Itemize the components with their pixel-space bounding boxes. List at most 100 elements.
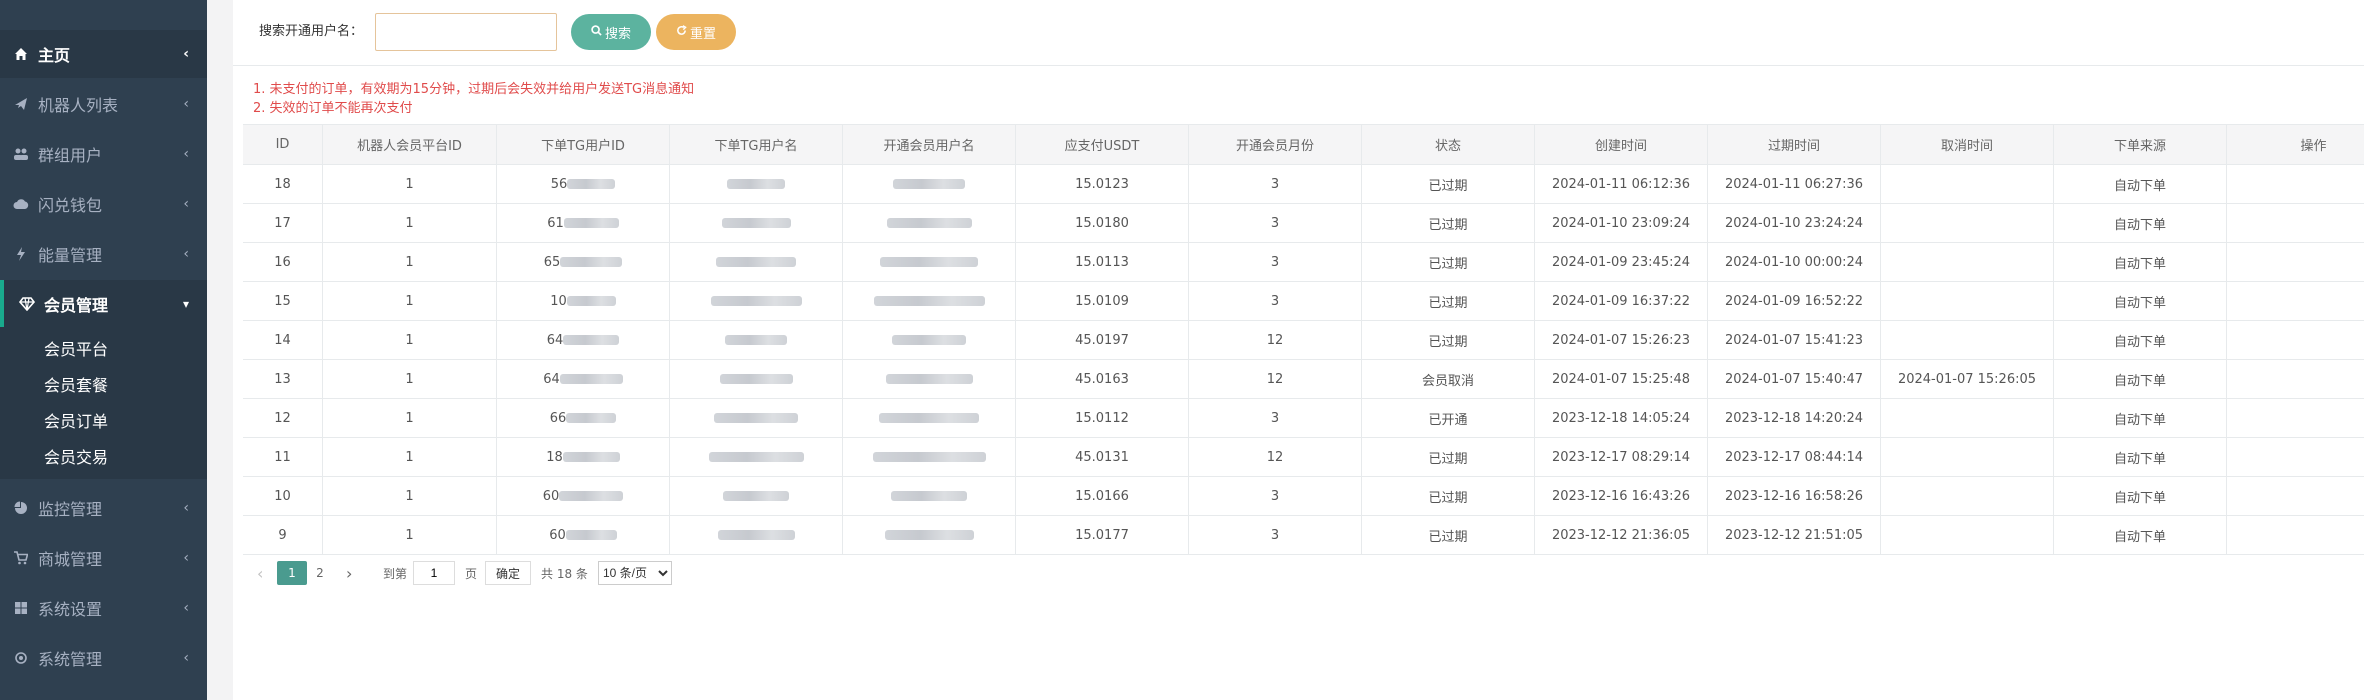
goto-confirm-button[interactable]: 确定 — [485, 561, 531, 585]
page-button-1[interactable]: 1 — [277, 561, 307, 585]
column-header-platform-id[interactable]: 机器人会员平台ID — [323, 125, 497, 164]
table-row[interactable]: 13 1 64 45.0163 12 会员取消 2024-01-07 15:25:48 202… — [243, 360, 2364, 399]
cell-actions — [2227, 204, 2364, 242]
column-header-tg-user-id[interactable]: 下单TG用户ID — [497, 125, 670, 164]
sidebar-item-label: 监控管理 — [38, 500, 103, 519]
chevron-left-icon: ‹ — [183, 500, 189, 516]
sidebar-item-monitor[interactable]: 监控管理 ‹ — [0, 484, 207, 532]
search-icon — [591, 25, 602, 39]
sidebar-item-label: 商城管理 — [38, 550, 103, 569]
goto-page-input[interactable] — [413, 561, 455, 585]
page-size-select[interactable]: 10 条/页 — [598, 561, 672, 585]
table-row[interactable]: 17 1 61 15.0180 3 已过期 2024-01-10 23:09:24 2024-… — [243, 204, 2364, 243]
table-row[interactable]: 14 1 64 45.0197 12 已过期 2024-01-07 15:26:23 2024… — [243, 321, 2364, 360]
sidebar-item-home[interactable]: 主页 ‹ — [0, 30, 207, 78]
cell-months: 3 — [1189, 477, 1362, 515]
cell-member-username — [843, 165, 1016, 203]
tg-user-id-prefix: 64 — [543, 371, 560, 387]
cloud-icon — [12, 196, 30, 212]
column-header-status[interactable]: 状态 — [1362, 125, 1535, 164]
sidebar-subitem-member-platform[interactable]: 会员平台 — [44, 336, 108, 360]
column-header-cancelled[interactable]: 取消时间 — [1881, 125, 2054, 164]
table-row[interactable]: 15 1 10 15.0109 3 已过期 2024-01-09 16:37:22 2024-… — [243, 282, 2364, 321]
table-row[interactable]: 16 1 65 15.0113 3 已过期 2024-01-09 23:45:24 2024-… — [243, 243, 2364, 282]
sidebar-item-group-users[interactable]: 群组用户 ‹ — [0, 130, 207, 178]
cell-tg-user-id: 56 — [497, 165, 670, 203]
cell-usdt: 15.0180 — [1016, 204, 1189, 242]
column-header-created[interactable]: 创建时间 — [1535, 125, 1708, 164]
cell-platform-id: 1 — [323, 204, 497, 242]
page-button-2[interactable]: 2 — [305, 561, 335, 585]
column-header-usdt[interactable]: 应支付USDT — [1016, 125, 1189, 164]
cell-actions — [2227, 282, 2364, 320]
cell-tg-user-id: 61 — [497, 204, 670, 242]
sidebar-item-mall[interactable]: 商城管理 ‹ — [0, 534, 207, 582]
next-page-icon[interactable]: › — [346, 564, 352, 583]
cell-months: 12 — [1189, 360, 1362, 398]
cell-tg-user-id: 66 — [497, 399, 670, 437]
sidebar-item-flash-wallet[interactable]: 闪兑钱包 ‹ — [0, 180, 207, 228]
prev-page-icon[interactable]: ‹ — [257, 564, 263, 583]
redacted-value — [892, 335, 966, 345]
column-header-months[interactable]: 开通会员月份 — [1189, 125, 1362, 164]
column-header-tg-username[interactable]: 下单TG用户名 — [670, 125, 843, 164]
cell-platform-id: 1 — [323, 477, 497, 515]
cell-cancelled: 2024-01-07 15:26:05 — [1881, 360, 2054, 398]
cell-id: 16 — [243, 243, 323, 281]
sidebar-item-label: 闪兑钱包 — [38, 196, 103, 215]
table-row[interactable]: 9 1 60 15.0177 3 已过期 2023-12-12 21:36:05 2023-1… — [243, 516, 2364, 555]
chevron-left-icon: ‹ — [183, 650, 189, 666]
column-header-source[interactable]: 下单来源 — [2054, 125, 2227, 164]
sidebar-item-energy[interactable]: 能量管理 ‹ — [0, 230, 207, 278]
sidebar-item-system-settings[interactable]: 系统设置 ‹ — [0, 584, 207, 632]
reset-button[interactable]: 重置 — [656, 14, 736, 50]
cell-created: 2023-12-16 16:43:26 — [1535, 477, 1708, 515]
tg-user-id-prefix: 18 — [546, 449, 563, 465]
main-content: 搜索开通用户名： 搜索 重置 1. 未支付的订单，有效期为15分钟，过期后会失效… — [233, 0, 2364, 700]
table-row[interactable]: 18 1 56 15.0123 3 已过期 2024-01-11 06:12:36 2024-… — [243, 165, 2364, 204]
sidebar-item-system-management[interactable]: 系统管理 ‹ — [0, 634, 207, 682]
cell-source: 自动下单 — [2054, 204, 2227, 242]
cell-actions — [2227, 477, 2364, 515]
column-header-member-username[interactable]: 开通会员用户名 — [843, 125, 1016, 164]
search-label: 搜索开通用户名： — [259, 24, 364, 39]
table-row[interactable]: 10 1 60 15.0166 3 已过期 2023-12-16 16:43:26 2023-… — [243, 477, 2364, 516]
redacted-value — [708, 452, 804, 462]
sidebar-item-robots[interactable]: 机器人列表 ‹ — [0, 80, 207, 128]
table-row[interactable]: 12 1 66 15.0112 3 已开通 2023-12-18 14:05:24 2023-… — [243, 399, 2364, 438]
notice-line-2: 2. 失效的订单不能再次支付 — [253, 101, 413, 116]
cell-usdt: 15.0123 — [1016, 165, 1189, 203]
redacted-value — [560, 257, 623, 267]
sidebar-subitem-member-trades[interactable]: 会员交易 — [44, 444, 108, 468]
cell-source: 自动下单 — [2054, 165, 2227, 203]
redacted-value — [714, 413, 798, 423]
redacted-value — [563, 335, 620, 345]
windows-icon — [12, 600, 30, 616]
column-header-actions[interactable]: 操作 — [2227, 125, 2364, 164]
cell-usdt: 15.0177 — [1016, 516, 1189, 554]
search-button[interactable]: 搜索 — [571, 14, 651, 50]
sidebar-item-membership[interactable]: 会员管理 ▾ — [0, 280, 207, 328]
cell-months: 3 — [1189, 399, 1362, 437]
cell-source: 自动下单 — [2054, 360, 2227, 398]
cell-status: 已过期 — [1362, 321, 1535, 359]
tg-user-id-prefix: 61 — [547, 215, 564, 231]
table-row[interactable]: 11 1 18 45.0131 12 已过期 2023-12-17 08:29:14 2023… — [243, 438, 2364, 477]
cell-cancelled — [1881, 243, 2054, 281]
cell-status: 会员取消 — [1362, 360, 1535, 398]
sidebar-subitem-member-orders[interactable]: 会员订单 — [44, 408, 108, 432]
gear-icon — [12, 650, 30, 666]
column-header-id[interactable]: ID — [243, 125, 323, 164]
search-input[interactable] — [375, 13, 557, 51]
redacted-value — [725, 335, 787, 345]
cell-id: 9 — [243, 516, 323, 554]
redacted-value — [891, 491, 967, 501]
sidebar-item-label: 群组用户 — [38, 146, 103, 165]
tg-user-id-prefix: 64 — [546, 332, 564, 348]
cart-icon — [12, 550, 30, 566]
sidebar-subitem-member-package[interactable]: 会员套餐 — [44, 372, 108, 396]
cell-platform-id: 1 — [323, 243, 497, 281]
table-header-row: ID 机器人会员平台ID 下单TG用户ID 下单TG用户名 开通会员用户名 应支… — [243, 124, 2364, 165]
column-header-expired[interactable]: 过期时间 — [1708, 125, 1881, 164]
redacted-value — [884, 530, 974, 540]
